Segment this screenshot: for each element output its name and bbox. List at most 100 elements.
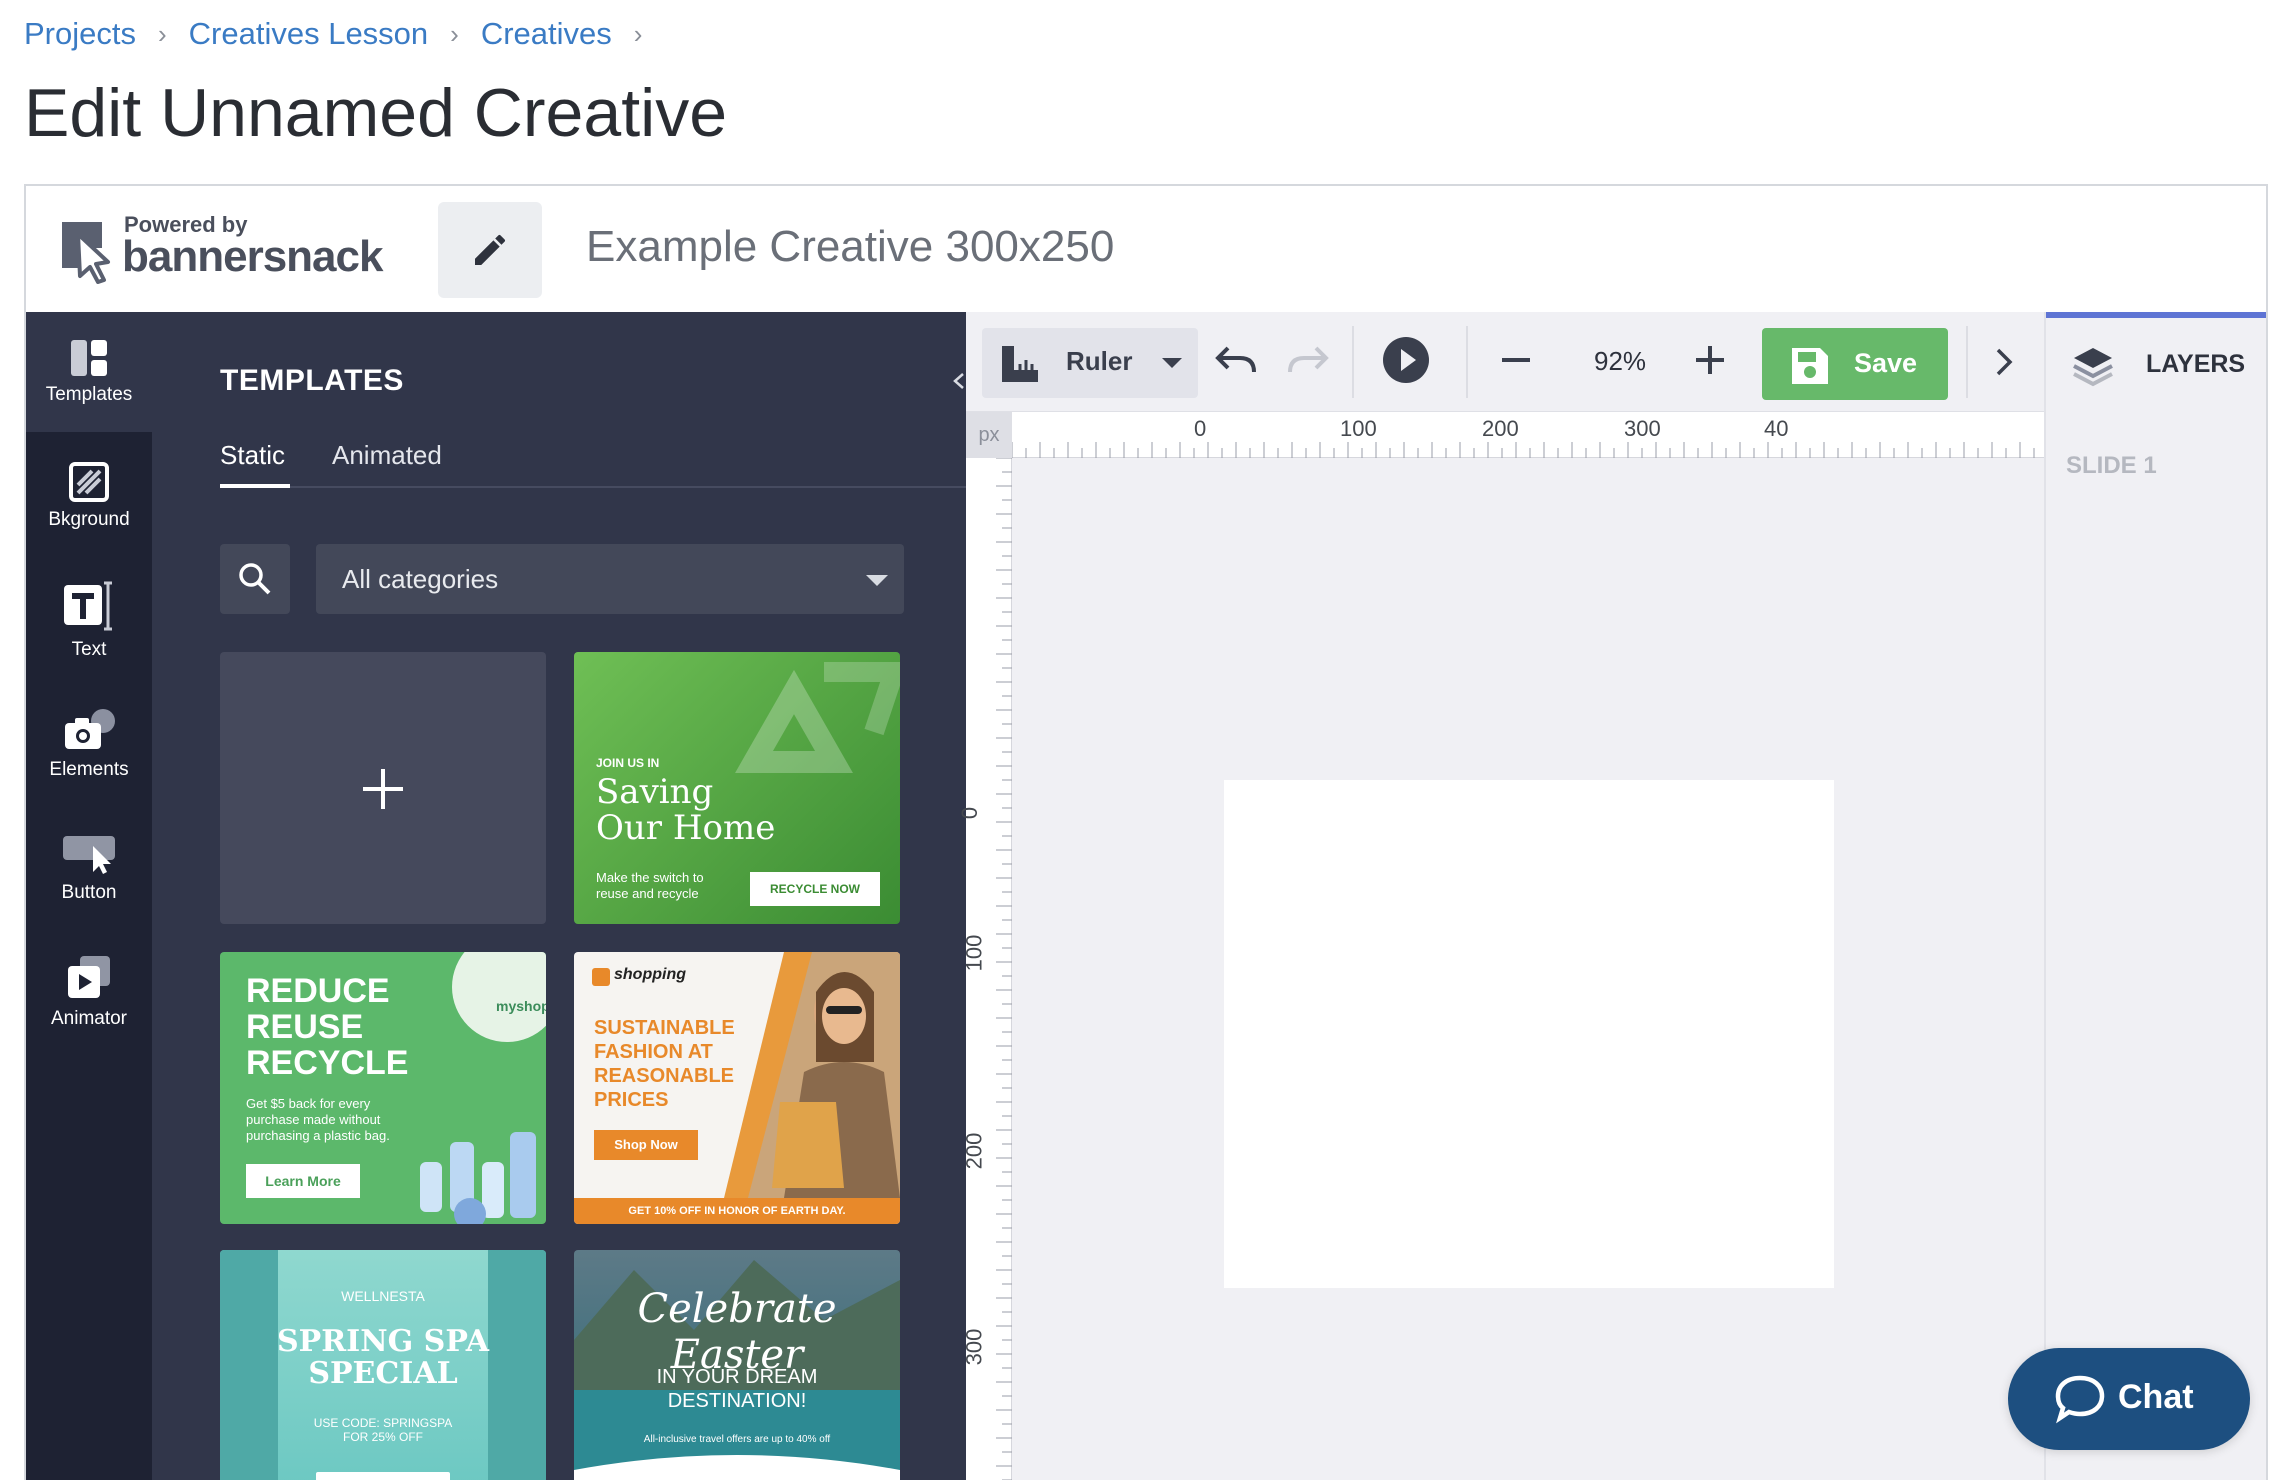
rename-button[interactable] — [438, 202, 542, 298]
bottles-illustration-icon — [420, 1132, 536, 1224]
search-icon — [239, 563, 271, 595]
tile-headline: SPRING SPA — [277, 1324, 489, 1359]
rail-label: Bkground — [48, 509, 130, 530]
ruler-unit: px — [966, 412, 1012, 458]
save-button[interactable]: Save — [1762, 328, 1948, 400]
ruler-label: 40 — [1764, 416, 1789, 441]
ruler-ticks — [1012, 442, 2035, 458]
layers-title: LAYERS — [2146, 350, 2246, 378]
template-tile-saving-our-home[interactable]: JOIN US IN Saving Our Home Make the swit… — [574, 652, 900, 924]
chevron-down-icon — [1162, 358, 1182, 368]
panel-title: TEMPLATES — [220, 364, 404, 397]
tile-body: Get $5 back for every — [246, 1096, 371, 1111]
tile-cta: Shop Now — [594, 1130, 698, 1160]
undo-icon[interactable] — [1210, 334, 1262, 386]
tab-static[interactable]: Static — [220, 440, 290, 488]
ruler-label: 200 — [961, 1132, 987, 1170]
tile-cta: Learn More — [246, 1164, 360, 1198]
tile-kicker: JOIN US IN — [596, 756, 660, 770]
plus-icon — [363, 769, 403, 809]
tab-animated[interactable]: Animated — [332, 440, 442, 488]
rail-label: Templates — [45, 384, 133, 405]
ruler-label: 0 — [1194, 416, 1207, 441]
tile-footer: GET 10% OFF IN HONOR OF EARTH DAY. — [574, 1198, 900, 1224]
tile-subtext: reuse and recycle — [596, 886, 699, 901]
pencil-icon — [475, 234, 506, 265]
breadcrumb-creatives[interactable]: Creatives — [481, 16, 612, 52]
breadcrumb-creatives-lesson[interactable]: Creatives Lesson — [189, 16, 429, 52]
rail-background[interactable]: Bkground — [26, 436, 152, 556]
play-icon[interactable] — [1380, 334, 1432, 386]
camera-icon — [65, 709, 115, 749]
template-tile-celebrate-easter[interactable]: Celebrate Easter IN YOUR DREAM DESTINATI… — [574, 1250, 900, 1480]
rail-templates[interactable]: Templates — [26, 312, 152, 432]
toolbar-divider — [1352, 326, 1354, 398]
redo-icon[interactable] — [1282, 334, 1334, 386]
new-blank-creative-tile[interactable] — [220, 652, 546, 924]
search-button[interactable] — [220, 544, 290, 614]
layers-header[interactable]: LAYERS — [2046, 318, 2266, 412]
rail-label: Animator — [50, 1008, 128, 1029]
fashion-photo-icon — [724, 952, 900, 1198]
page: Projects › Creatives Lesson › Creatives … — [0, 0, 2286, 1480]
creative-name-field[interactable]: Example Creative 300x250 — [586, 222, 1114, 272]
rail-text[interactable]: Text — [26, 560, 152, 680]
ruler-toggle-button[interactable]: Ruler — [982, 328, 1198, 398]
background-icon — [69, 462, 109, 502]
zoom-out-icon[interactable] — [1490, 334, 1542, 386]
recycle-icon — [735, 662, 900, 773]
templates-panel: TEMPLATES Static Animated All categories — [152, 312, 1092, 1480]
brand-name: shopping — [614, 966, 686, 983]
slide-item[interactable]: SLIDE 1 — [2066, 452, 2157, 480]
tile-headline: REASONABLE — [594, 1065, 735, 1087]
breadcrumb-projects[interactable]: Projects — [24, 16, 136, 52]
rail-label: Button — [61, 882, 117, 903]
template-tabs: Static Animated — [220, 440, 975, 488]
breadcrumb-separator: › — [633, 18, 643, 49]
page-title: Edit Unnamed Creative — [24, 75, 728, 151]
tile-headline: REDUCE — [246, 972, 390, 1010]
tile-cta: RECYCLE NOW — [750, 872, 880, 906]
save-label: Save — [1854, 348, 1918, 378]
vertical-ruler: 0 100 200 300 — [957, 458, 1012, 1480]
tile-subtitle: IN YOUR DREAM — [656, 1366, 818, 1388]
tile-code: USE CODE: SPRINGSPA — [313, 1416, 453, 1430]
tool-rail: Templates Bkground Text Elements Button … — [26, 312, 152, 1480]
rail-label: Text — [71, 639, 107, 660]
bannersnack-logo: Powered by bannersnack — [58, 212, 398, 292]
template-tile-spring-spa[interactable]: WELLNESTA SPRING SPA SPECIAL USE CODE: S… — [220, 1250, 546, 1480]
tile-headline: Our Home — [596, 808, 776, 848]
zoom-in-icon[interactable] — [1684, 334, 1736, 386]
chevron-down-icon — [866, 575, 888, 586]
animator-icon — [68, 956, 110, 998]
template-tile-sustainable-fashion[interactable]: shopping SUSTAINABLE FASHION AT REASONAB… — [574, 952, 900, 1224]
tile-headline: Saving — [596, 772, 714, 812]
floppy-disk-icon — [1792, 348, 1828, 384]
brand-name: myshop — [496, 998, 546, 1014]
category-select[interactable]: All categories — [316, 544, 904, 614]
tile-headline: FASHION AT — [594, 1041, 713, 1063]
horizontal-ruler: 0 100 200 300 40 — [1012, 412, 2044, 458]
tile-body: purchasing a plastic bag. — [246, 1128, 390, 1143]
rail-elements[interactable]: Elements — [26, 684, 152, 804]
shopping-bag-icon — [592, 968, 610, 986]
chevron-right-icon[interactable] — [1984, 342, 2024, 382]
breadcrumb: Projects › Creatives Lesson › Creatives … — [24, 12, 664, 56]
brand-badge — [452, 952, 546, 1042]
tile-headline: RECYCLE — [246, 1044, 409, 1082]
templates-icon — [71, 340, 107, 376]
tile-headline: Celebrate Easter — [637, 1286, 837, 1378]
category-select-value: All categories — [342, 564, 499, 594]
ruler-label: 0 — [957, 806, 983, 820]
rail-animator[interactable]: Animator — [26, 932, 152, 1052]
ruler-label: 300 — [1624, 416, 1661, 441]
template-tile-reduce-reuse-recycle[interactable]: myshop REDUCE REUSE RECYCLE Get $5 back … — [220, 952, 546, 1224]
chat-bubble-icon — [2055, 1375, 2105, 1424]
rail-button[interactable]: Button — [26, 808, 152, 928]
brand-name: WELLNESTA — [341, 1288, 425, 1304]
artboard-canvas[interactable] — [1224, 780, 1834, 1288]
ruler-label: 100 — [961, 934, 987, 972]
tile-code: FOR 25% OFF — [342, 1430, 423, 1444]
chat-button[interactable]: Chat — [2008, 1348, 2250, 1450]
ruler-label: 100 — [1340, 416, 1377, 441]
